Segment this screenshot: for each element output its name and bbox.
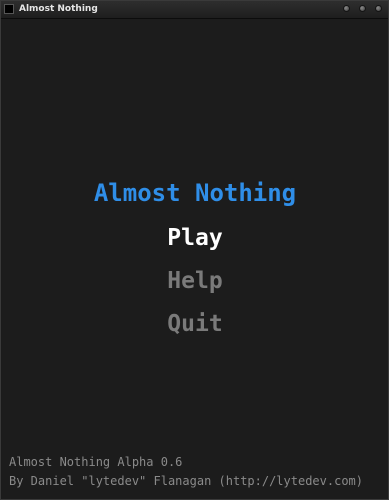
game-window: Almost Nothing Almost Nothing Play Help … [0, 0, 389, 500]
window-titlebar[interactable]: Almost Nothing [1, 1, 388, 19]
menu-item-quit[interactable]: Quit [2, 308, 388, 340]
game-canvas[interactable]: Almost Nothing Play Help Quit Almost Not… [2, 19, 388, 499]
menu-item-play[interactable]: Play [2, 222, 388, 254]
menu-item-help[interactable]: Help [2, 265, 388, 297]
credit-text: By Daniel "lytedev" Flanagan (http://lyt… [9, 474, 364, 488]
maximize-icon[interactable] [359, 5, 366, 12]
version-text: Almost Nothing Alpha 0.6 [9, 455, 183, 469]
window-title: Almost Nothing [19, 4, 98, 14]
game-title: Almost Nothing [93, 179, 297, 207]
minimize-icon[interactable] [343, 5, 350, 12]
window-controls [343, 5, 382, 14]
close-icon[interactable] [375, 5, 382, 12]
app-icon [4, 4, 14, 14]
